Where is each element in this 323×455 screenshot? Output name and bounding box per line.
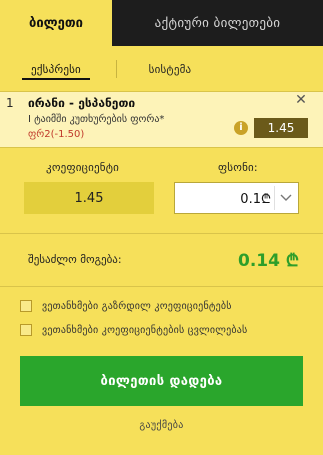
divider — [0, 233, 323, 234]
bet-odds: 1.45 — [254, 118, 308, 138]
tab-bet-slip[interactable]: ბილეთი — [0, 0, 112, 46]
option-odds-change[interactable]: ვეთანხმები კოეფიციენტების ცვლილებას — [20, 324, 247, 336]
cancel-link[interactable]: გაუქმება — [0, 420, 323, 431]
divider — [0, 286, 323, 287]
info-icon[interactable]: i — [234, 121, 248, 135]
chevron-down-icon[interactable] — [274, 186, 296, 210]
place-bet-button[interactable]: ბილეთის დადება — [20, 356, 303, 406]
close-icon[interactable]: ✕ — [293, 92, 309, 108]
stake-label: ფსონი: — [218, 161, 258, 174]
bet-selection: ფრ2(-1.50) — [28, 129, 85, 140]
coef-label: კოეფიციენტი — [46, 161, 120, 174]
checkbox[interactable] — [20, 324, 32, 336]
option-label: ვეთანხმები კოეფიციენტების ცვლილებას — [42, 324, 248, 336]
sub-tab-express[interactable]: ექსპრესი — [16, 46, 96, 92]
sub-tab-system[interactable]: სისტემა — [130, 46, 210, 92]
checkbox[interactable] — [20, 300, 32, 312]
stake-field[interactable]: 0.1₾ — [174, 182, 299, 214]
bet-number: 1 — [6, 96, 14, 110]
option-label: ვეთანხმები გაზრდილ კოეფიციენტებს — [42, 300, 232, 312]
bet-market: I ტაიმში კუთხურების ფორა* — [28, 114, 165, 125]
winnings-label: შესაძლო მოგება: — [28, 253, 122, 266]
stake-value[interactable]: 0.1₾ — [175, 183, 271, 213]
sub-tab-divider — [116, 60, 117, 78]
coef-value: 1.45 — [24, 182, 154, 214]
winnings-value: 0.14 ₾ — [238, 251, 299, 271]
tab-active-bets[interactable]: აქტიური ბილეთები — [112, 0, 323, 46]
option-increased-odds[interactable]: ვეთანხმები გაზრდილ კოეფიციენტებს — [20, 300, 232, 312]
bet-match: ირანი - ესპანეთი — [28, 96, 136, 110]
top-tabs: ბილეთი აქტიური ბილეთები — [0, 0, 323, 46]
sub-tabs: ექსპრესი სისტემა — [0, 46, 323, 92]
